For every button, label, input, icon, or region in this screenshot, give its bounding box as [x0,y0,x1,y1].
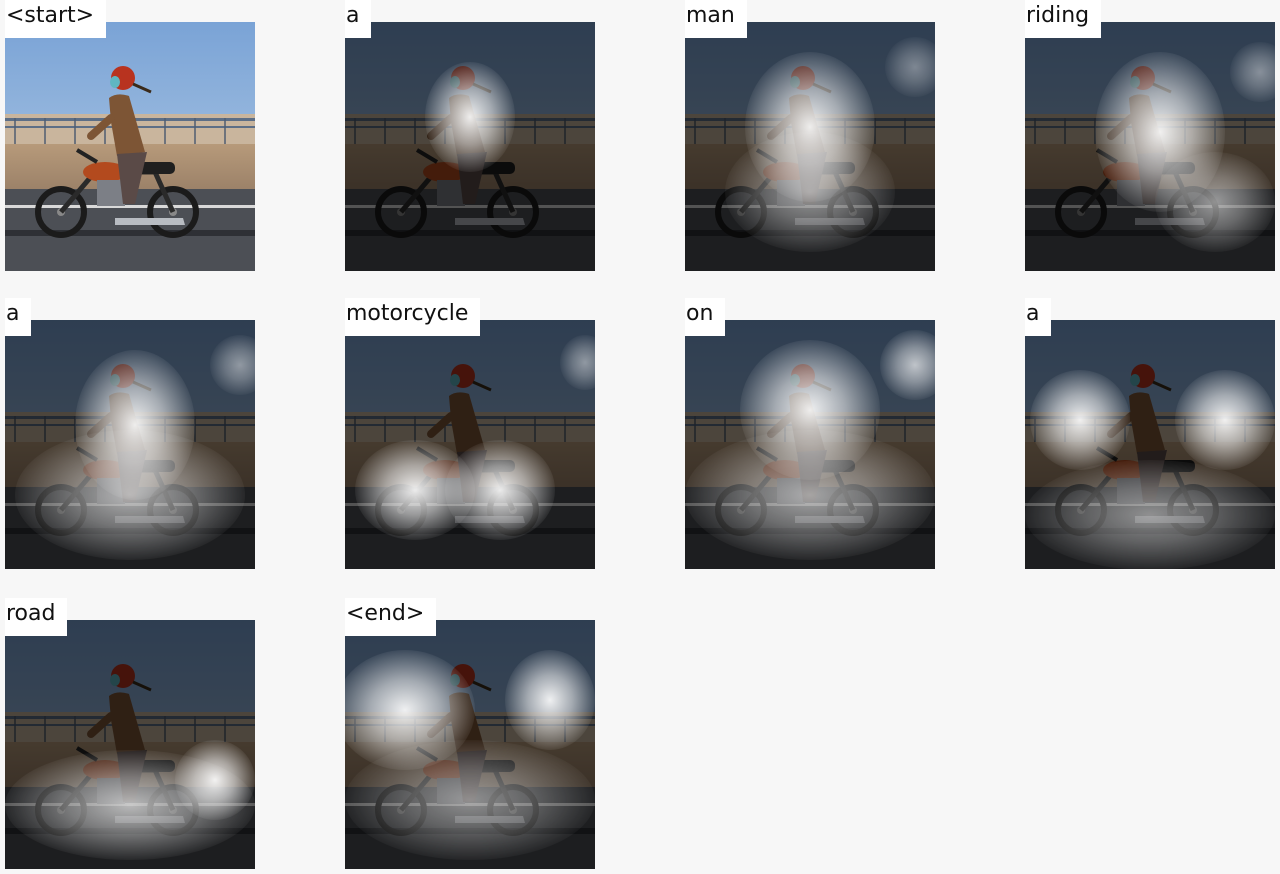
token-label: riding [1025,0,1102,38]
attention-map [345,22,595,271]
attention-map [1025,320,1275,569]
attention-map [685,320,935,569]
token-label: <start> [5,0,107,38]
attention-highlight [345,740,595,860]
token-label: on [685,298,726,336]
attention-highlight [1030,370,1130,470]
attention-panel-2: a [345,0,595,276]
attention-map [345,320,595,569]
token-label: a [1025,298,1052,336]
attention-highlight [15,430,245,560]
attention-panel-5: a [5,298,255,574]
attention-panel-9: road [5,598,255,874]
attention-highlight [425,62,515,172]
attention-panel-8: a [1025,298,1275,574]
attention-map [5,320,255,569]
attention-highlight [505,650,595,750]
attention-panel-1: <start> [5,0,255,276]
attention-panel-3: man [685,0,935,276]
attention-highlight [725,132,895,252]
attention-map [1025,22,1275,271]
token-label: a [5,298,32,336]
photo [5,22,255,271]
attention-highlight [685,430,935,560]
attention-panel-7: on [685,298,935,574]
attention-panel-6: motorcycle [345,298,595,574]
attention-map [685,22,935,271]
attention-highlight [1025,460,1275,569]
attention-highlight [1175,370,1275,470]
attention-highlight [175,740,255,820]
token-label: motorcycle [345,298,481,336]
token-label: man [685,0,747,38]
attention-highlight [445,440,555,540]
attention-panel-4: riding [1025,0,1275,276]
attention-panel-10: <end> [345,598,595,874]
token-label: <end> [345,598,437,636]
attention-map [5,620,255,869]
token-label: road [5,598,68,636]
attention-map [345,620,595,869]
attention-highlight [1155,152,1275,252]
token-label: a [345,0,372,38]
